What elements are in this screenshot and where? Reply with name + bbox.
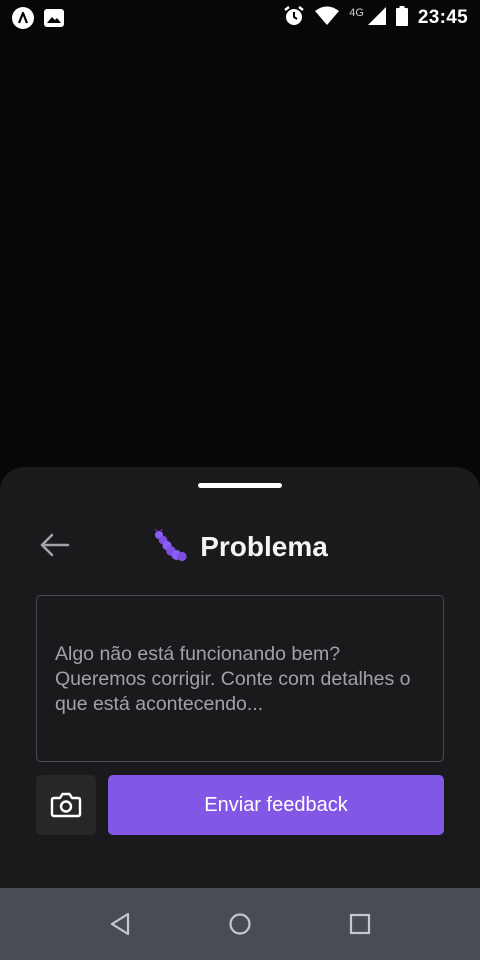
nav-recents-button[interactable]	[340, 904, 380, 944]
nav-home-button[interactable]	[220, 904, 260, 944]
feedback-textarea[interactable]: Algo não está funcionando bem? Queremos …	[36, 595, 444, 762]
network-type-label: 4G	[349, 7, 364, 19]
recents-square-icon	[349, 913, 371, 935]
status-right: 4G 23:45	[283, 5, 468, 32]
image-icon	[44, 9, 64, 27]
camera-icon	[50, 792, 82, 818]
sheet-drag-handle[interactable]	[198, 483, 282, 488]
alarm-icon	[283, 5, 305, 32]
home-circle-icon	[229, 913, 251, 935]
nav-back-button[interactable]	[100, 904, 140, 944]
android-nav-bar	[0, 888, 480, 960]
clock-time: 23:45	[417, 7, 468, 28]
back-triangle-icon	[110, 912, 130, 936]
wifi-icon	[315, 6, 340, 31]
feedback-header: Problema	[0, 527, 480, 567]
page-title: Problema	[200, 531, 328, 562]
battery-icon	[395, 5, 408, 31]
status-left	[12, 7, 64, 29]
signal-icon	[366, 6, 386, 31]
submit-feedback-button[interactable]: Enviar feedback	[108, 775, 444, 835]
feedback-sheet: Problema Algo não está funcionando bem? …	[0, 467, 480, 888]
app-icon	[12, 7, 34, 29]
feedback-placeholder: Algo não está funcionando bem? Queremos …	[55, 643, 411, 715]
status-bar: 4G 23:45	[0, 0, 480, 36]
screenshot-button[interactable]	[36, 775, 96, 835]
caterpillar-icon	[154, 529, 187, 562]
